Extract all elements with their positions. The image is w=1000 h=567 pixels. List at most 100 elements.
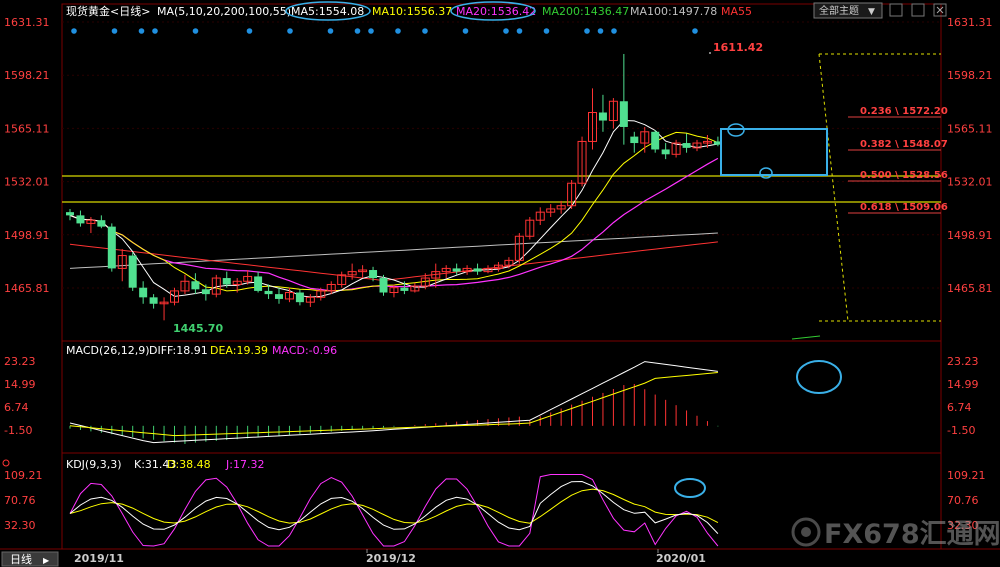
candle-body [76, 215, 85, 224]
ma20-label: MA20:1536.42 [456, 5, 536, 18]
kdj-tick-left: 70.76 [4, 494, 36, 507]
ma100-line [69, 232, 718, 269]
price-tick-left: 1465.81 [4, 282, 50, 295]
signal-dot [462, 28, 469, 34]
candle-body [222, 278, 231, 285]
ma10-label: MA10:1556.37 [372, 5, 452, 18]
macd-tick-right: 23.23 [947, 355, 979, 368]
macd-tick-right: -1.50 [947, 424, 975, 437]
macd-tick-right: 14.99 [947, 378, 979, 391]
fib-level-label: 0.618 \ 1509.06 [860, 202, 948, 213]
diff-label: DIFF:18.91 [149, 344, 208, 357]
candle-body [630, 136, 639, 144]
signal-dot [516, 28, 523, 34]
candle-body [651, 131, 660, 150]
candle-body [191, 281, 200, 290]
fib-level-label: 0.500 \ 1528.56 [860, 170, 948, 181]
candle-body [682, 143, 691, 148]
date-label: 2019/12 [366, 552, 416, 565]
fibonacci-overlay: 0.236 \ 1572.20 0.382 \ 1548.07 0.500 \ 15… [791, 53, 948, 340]
ma-group-label: MA(5,10,20,200,100,55) [157, 5, 291, 18]
period-tab[interactable]: 日线 ▶ [1, 551, 59, 567]
price-tick-right: 1631.31 [947, 16, 993, 29]
kdj-tick-right: 70.76 [947, 494, 979, 507]
price-tick-left: 1565.11 [4, 122, 50, 135]
signal-dots [71, 28, 698, 34]
candle-body [452, 268, 461, 272]
main-header: 现货黄金<日线> MA(5,10,20,200,100,55) MA5:1554… [66, 1, 752, 21]
candle-body [107, 226, 116, 269]
macd-header: MACD(26,12,9) DIFF:18.91 DEA:19.39 MACD:… [66, 344, 337, 357]
candle-body [400, 287, 409, 291]
macd-group-label: MACD(26,12,9) [66, 344, 150, 357]
date-label: 2020/01 [656, 552, 706, 565]
kdj-tick-right: 109.21 [947, 469, 986, 482]
price-tick-right: 1532.01 [947, 176, 993, 189]
ma10-line [69, 131, 719, 292]
window-controls[interactable] [889, 3, 947, 17]
candle-body [128, 255, 137, 288]
price-gridlines [62, 21, 941, 289]
macd-panel [69, 361, 719, 444]
price-tick-right: 1565.11 [947, 122, 993, 135]
signal-dot [611, 28, 617, 34]
ma55-label: MA55 [721, 5, 752, 18]
low-label: 1445.70 [173, 322, 223, 335]
price-tick-right: 1465.81 [947, 282, 993, 295]
kdj-group-label: KDJ(9,3,3) [66, 458, 122, 471]
signal-dot [354, 28, 361, 34]
chevron-right-icon: ▶ [43, 556, 50, 565]
restore-icon [889, 3, 903, 17]
kdj-tick-left: 32.30 [4, 519, 36, 532]
fib-level-label: 0.236 \ 1572.20 [860, 106, 948, 117]
maximize-icon [911, 3, 925, 17]
macd-tick-right: 6.74 [947, 401, 972, 414]
ma200-tail [791, 335, 821, 340]
candle-body [201, 289, 210, 295]
price-tick-left: 1598.21 [4, 69, 50, 82]
j-label: J:17.32 [225, 458, 264, 471]
theme-button-label: 全部主题 [819, 4, 859, 17]
signal-dot [111, 28, 118, 34]
d-line [69, 488, 719, 524]
candle-body [254, 276, 263, 291]
candle-body [598, 112, 607, 121]
signal-dot [597, 28, 604, 34]
candle-body [619, 101, 628, 127]
chart-canvas[interactable]: 0.236 \ 1572.20 0.382 \ 1548.07 0.500 \ 15… [0, 0, 1000, 567]
signal-dot [71, 28, 77, 34]
k-line [69, 480, 719, 534]
candle-body [379, 278, 388, 293]
candle-body [661, 149, 670, 155]
watermark-text: FX678汇通网 [824, 519, 1000, 550]
macd-tick-left: 6.74 [4, 401, 29, 414]
signal-dot [395, 28, 401, 34]
theme-selector[interactable]: 全部主题 ▼ [813, 2, 883, 19]
j-line [69, 474, 719, 547]
d-label: D:38.48 [167, 458, 211, 471]
signal-dot [192, 28, 199, 34]
price-tick-right: 1498.91 [947, 229, 993, 242]
signal-dot [287, 28, 293, 34]
ma5-label: MA5:1554.08 [291, 5, 364, 18]
signal-dot [422, 28, 428, 34]
date-axis: 2019/11 2019/12 2020/01 [74, 549, 706, 565]
kdj-tick-left: 109.21 [4, 469, 43, 482]
moving-average-lines [69, 119, 719, 298]
macd-tick-left: 14.99 [4, 378, 36, 391]
price-tick-left: 1498.91 [4, 229, 50, 242]
diff-line [69, 361, 718, 444]
candle-body [97, 220, 106, 227]
ma200-label: MA200:1436.47 [542, 5, 629, 18]
macd-value-label: MACD:-0.96 [272, 344, 337, 357]
signal-dot [246, 28, 253, 34]
consolidation-highlight [674, 123, 842, 498]
signal-dot [152, 28, 158, 34]
signal-dot [368, 28, 374, 34]
fib-trend-line [818, 53, 849, 322]
watermark: FX678汇通网 [791, 517, 1000, 550]
signal-dot [543, 28, 550, 34]
price-tick-left: 1631.31 [4, 16, 50, 29]
signal-dot [692, 28, 698, 34]
ma20-line [69, 157, 719, 292]
